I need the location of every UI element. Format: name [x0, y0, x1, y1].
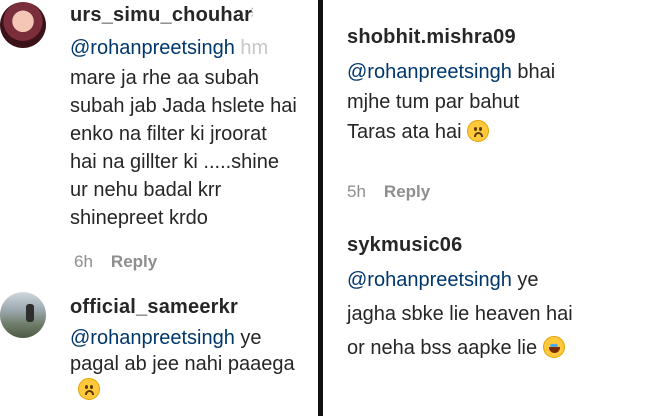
comment-line: jagha sbke lie heaven hai — [347, 303, 573, 325]
reply-button[interactable]: Reply — [384, 182, 430, 201]
comment-text: @rohanpreetsingh ye — [347, 269, 539, 291]
comment-text: @rohanpreetsingh hm — [70, 37, 269, 59]
comment-timestamp: 5h — [347, 182, 366, 201]
comment-timestamp: 6h — [74, 252, 93, 271]
comment-username[interactable]: official_sameerkr — [70, 296, 238, 319]
comment-username[interactable]: urs_simu_chouhar — [70, 4, 252, 27]
laughing-tears-emoji-icon — [542, 336, 565, 358]
mention-link[interactable]: @rohanpreetsingh — [70, 327, 235, 349]
comment-meta: 6h Reply — [74, 252, 157, 272]
comment-line: enko na filter ki jroorat — [70, 123, 267, 145]
mention-link[interactable]: @rohanpreetsingh — [70, 37, 235, 59]
right-comments-panel: shobhit.mishra09 @rohanpreetsingh bhai m… — [323, 0, 650, 416]
comment-line: mare ja rhe aa subah — [70, 67, 260, 89]
reply-button[interactable]: Reply — [111, 252, 157, 271]
more-options-icon[interactable]: ⁝ — [250, 4, 254, 21]
comment-line: hai na gillter ki .....shine — [70, 151, 279, 173]
comment-line: subah jab Jada hslete hai — [70, 95, 297, 117]
avatar[interactable] — [0, 292, 46, 338]
comment-line: Taras ata hai — [347, 120, 490, 144]
comment-line: ur nehu badal krr — [70, 179, 222, 201]
comment-line: shinepreet krdo — [70, 207, 208, 229]
comment-username[interactable]: sykmusic06 — [347, 234, 462, 257]
sad-face-emoji-icon — [467, 120, 490, 142]
comment-meta: 5h Reply — [347, 182, 430, 202]
mention-link[interactable]: @rohanpreetsingh — [347, 61, 512, 83]
avatar[interactable] — [0, 2, 46, 48]
sad-face-emoji-icon — [78, 378, 100, 400]
comment-line: or neha bss aapke lie — [347, 336, 565, 360]
mention-link[interactable]: @rohanpreetsingh — [347, 269, 512, 291]
comment-text: @rohanpreetsingh bhai — [347, 61, 556, 83]
comment-line — [78, 378, 100, 402]
comment-line: pagal ab jee nahi paaega — [70, 353, 295, 375]
comment-line: mjhe tum par bahut — [347, 91, 520, 113]
comment-text: @rohanpreetsingh ye — [70, 327, 262, 349]
comment-username[interactable]: shobhit.mishra09 — [347, 26, 516, 49]
left-comments-panel: urs_simu_chouhar ⁝ @rohanpreetsingh hm m… — [0, 0, 318, 416]
